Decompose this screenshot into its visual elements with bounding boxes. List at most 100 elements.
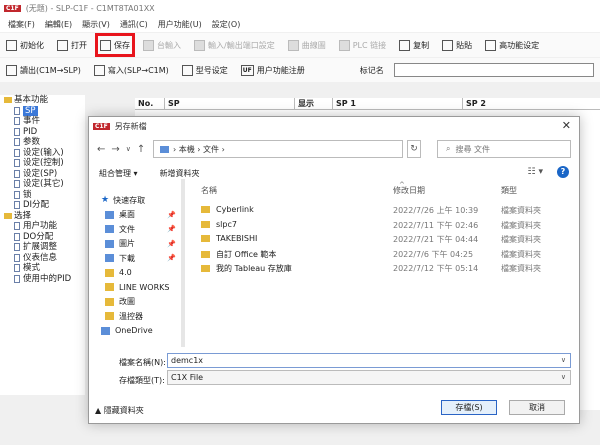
tree-item[interactable]: 用户功能 bbox=[0, 221, 85, 232]
tree-item[interactable]: DI分配 bbox=[0, 200, 85, 211]
up-arrow-icon[interactable]: ↑ bbox=[137, 144, 145, 155]
open-folder-icon bbox=[57, 39, 68, 51]
nav-item[interactable]: OneDrive bbox=[101, 324, 176, 339]
folder-icon bbox=[105, 283, 114, 292]
menu-settings[interactable]: 設定(O) bbox=[207, 19, 246, 30]
tree-item[interactable]: 使用中的PID bbox=[0, 274, 85, 285]
menu-view[interactable]: 顯示(V) bbox=[77, 19, 115, 30]
tree-item-label: DO分配 bbox=[23, 231, 54, 242]
tree-item[interactable]: 锁 bbox=[0, 190, 85, 201]
tree-item-label: 设定(输入) bbox=[23, 147, 64, 158]
breadcrumb: › 本機 › 文件 › bbox=[173, 144, 225, 154]
plc-link-button[interactable]: PLC 链接 bbox=[337, 36, 388, 54]
file-type: 檔案資料夾 bbox=[501, 220, 541, 230]
tree-item[interactable]: 设定(输入) bbox=[0, 148, 85, 159]
tree-item-label: 模式 bbox=[23, 263, 41, 273]
filename-input[interactable]: demc1x ∨ bbox=[167, 353, 571, 368]
tree-item[interactable]: 模式 bbox=[0, 263, 85, 274]
menu-file[interactable]: 檔案(F) bbox=[3, 19, 40, 30]
nav-item[interactable]: 桌面 📌 bbox=[101, 208, 176, 223]
trend-chart-button[interactable]: 曲線圖 bbox=[286, 36, 328, 54]
save-button[interactable]: 保存 bbox=[95, 33, 135, 57]
nav-item[interactable]: 下載 📌 bbox=[101, 251, 176, 266]
batch-input-button[interactable]: 台輸入 bbox=[141, 36, 183, 54]
tree-item[interactable]: 设定(其它) bbox=[0, 179, 85, 190]
pin-icon[interactable]: 📌 bbox=[167, 240, 176, 248]
nav-scrollbar[interactable] bbox=[181, 179, 185, 347]
file-row[interactable]: 自訂 Office 範本 2022/7/6 下午 04:25 檔案資料夾 bbox=[201, 249, 573, 261]
header-date[interactable]: 修改日期 bbox=[393, 185, 425, 196]
chevron-down-icon: ∨ bbox=[560, 373, 566, 381]
chevron-down-icon[interactable]: ∨ bbox=[561, 354, 566, 367]
initialize-button[interactable]: 初始化 bbox=[4, 36, 46, 54]
refresh-icon[interactable]: ↻ bbox=[407, 140, 421, 158]
io-port-settings-button[interactable]: 輸入/輸出端口設定 bbox=[192, 36, 277, 54]
document-icon bbox=[14, 117, 20, 126]
address-bar[interactable]: › 本機 › 文件 › bbox=[153, 140, 403, 158]
nav-item[interactable]: 4.0 bbox=[101, 266, 176, 281]
view-options-icon[interactable]: ☷ ▾ bbox=[528, 167, 543, 177]
pin-icon[interactable]: 📌 bbox=[167, 254, 176, 262]
navigation-pane: ★ 快速存取 桌面 📌 文件 📌 圖片 📌 下載 📌 4.0 LINE WORKS 改圖 溫控器 OneDr… bbox=[101, 193, 176, 347]
file-row[interactable]: TAKEBISHI 2022/7/21 下午 04:44 檔案資料夾 bbox=[201, 234, 573, 246]
file-row[interactable]: slpc7 2022/7/11 下午 02:46 檔案資料夾 bbox=[201, 220, 573, 232]
dialog-cancel-button[interactable]: 取消 bbox=[509, 400, 565, 415]
tree-item[interactable]: 选择 bbox=[0, 211, 85, 222]
header-name[interactable]: 名稱 bbox=[201, 185, 217, 196]
recent-dropdown-icon[interactable]: ∨ bbox=[126, 145, 131, 153]
organize-button[interactable]: 組合管理 ▾ bbox=[99, 168, 138, 179]
pin-icon[interactable]: 📌 bbox=[167, 225, 176, 233]
file-date: 2022/7/11 下午 02:46 bbox=[393, 220, 479, 230]
filetype-select[interactable]: C1X File ∨ bbox=[167, 370, 571, 385]
open-button[interactable]: 打开 bbox=[55, 36, 89, 54]
header-type[interactable]: 類型 bbox=[501, 185, 517, 196]
close-icon[interactable]: ✕ bbox=[562, 119, 571, 132]
tree-item[interactable]: 参数 bbox=[0, 137, 85, 148]
write-button[interactable]: 寫入(SLP→C1M) bbox=[92, 61, 171, 79]
menu-user-function[interactable]: 用户功能(U) bbox=[153, 19, 207, 30]
dialog-save-button[interactable]: 存檔(S) bbox=[441, 400, 497, 415]
read-button[interactable]: 讀出(C1M→SLP) bbox=[4, 61, 83, 79]
documents-icon bbox=[105, 225, 114, 234]
tree-item[interactable]: 设定(SP) bbox=[0, 169, 85, 180]
forward-arrow-icon[interactable]: → bbox=[111, 144, 119, 155]
tree-item[interactable]: 基本功能 bbox=[0, 95, 85, 106]
file-row[interactable]: 我的 Tableau 存放庫 2022/7/12 下午 05:14 檔案資料夾 bbox=[201, 263, 573, 275]
model-settings-button[interactable]: 型号设定 bbox=[180, 61, 230, 79]
tree-item-label: SP bbox=[23, 105, 38, 116]
back-arrow-icon[interactable]: ← bbox=[97, 144, 105, 155]
nav-item[interactable]: 溫控器 bbox=[101, 309, 176, 324]
paste-icon bbox=[442, 39, 454, 51]
file-row[interactable]: Cyberlink 2022/7/26 上午 10:39 檔案資料夾 bbox=[201, 205, 573, 217]
nav-item[interactable]: 改圖 bbox=[101, 295, 176, 310]
tree-item[interactable]: 扩展调整 bbox=[0, 242, 85, 253]
tree-item[interactable]: 仪表信息 bbox=[0, 253, 85, 264]
nav-item[interactable]: 圖片 📌 bbox=[101, 237, 176, 252]
upload-icon bbox=[93, 64, 105, 76]
hide-folders-toggle[interactable]: ▲ 隱藏資料夾 bbox=[95, 405, 144, 416]
nav-item[interactable]: LINE WORKS bbox=[101, 280, 176, 295]
new-folder-button[interactable]: 新增資料夾 bbox=[160, 168, 200, 179]
help-icon[interactable]: ? bbox=[557, 166, 569, 178]
paste-button[interactable]: 貼貼 bbox=[440, 36, 474, 54]
copy-button[interactable]: 复制 bbox=[397, 36, 431, 54]
pin-icon[interactable]: 📌 bbox=[167, 211, 176, 219]
tree-item-label: 事件 bbox=[23, 116, 41, 126]
menu-edit[interactable]: 編輯(E) bbox=[40, 19, 77, 30]
tree-item[interactable]: PID bbox=[0, 127, 85, 138]
document-icon bbox=[14, 127, 20, 136]
tree-item[interactable]: 设定(控制) bbox=[0, 158, 85, 169]
tag-name-label: 标记名 bbox=[359, 65, 384, 75]
tree-item[interactable]: 事件 bbox=[0, 116, 85, 127]
tree-item[interactable]: SP bbox=[0, 105, 85, 116]
nav-item[interactable]: ★ 快速存取 bbox=[101, 193, 176, 208]
search-input[interactable]: ⌕ 搜尋 文件 bbox=[437, 140, 571, 158]
nav-item[interactable]: 文件 📌 bbox=[101, 222, 176, 237]
toolbar-main: 初始化 打开 保存 台輸入 輸入/輸出端口設定 曲線圖 PLC 链接 复制 貼貼… bbox=[0, 33, 600, 57]
user-function-register-button[interactable]: UF 用户功能注册 bbox=[239, 61, 307, 79]
menu-communication[interactable]: 通訊(C) bbox=[115, 19, 153, 30]
tree-item[interactable]: DO分配 bbox=[0, 232, 85, 243]
tag-name-input[interactable] bbox=[393, 63, 594, 77]
advanced-settings-button[interactable]: 高功能设定 bbox=[483, 36, 541, 54]
tree-item-label: 扩展调整 bbox=[23, 242, 58, 252]
